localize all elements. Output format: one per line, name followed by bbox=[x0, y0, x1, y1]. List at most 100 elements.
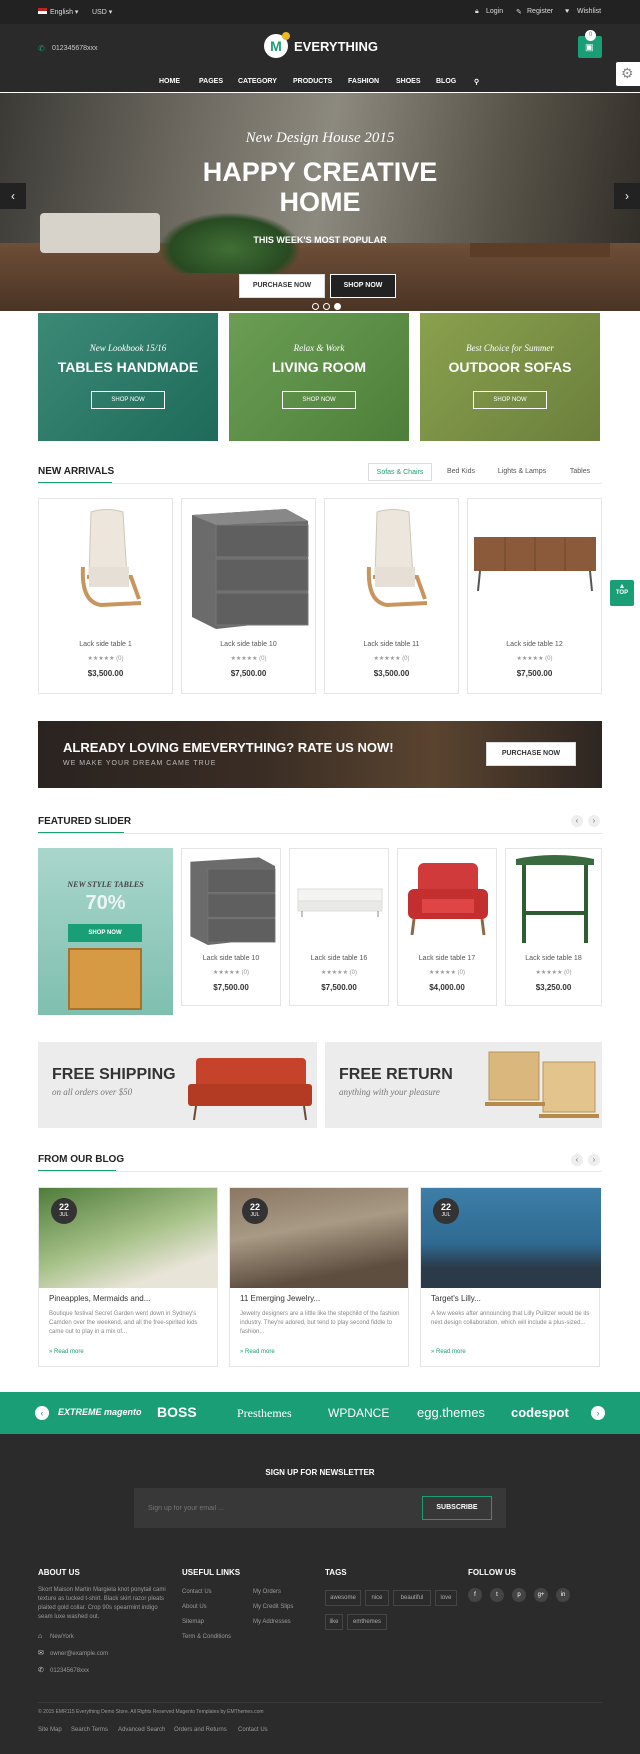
slider-next-button[interactable]: › bbox=[614, 183, 640, 209]
slider-dot-1[interactable] bbox=[312, 303, 319, 310]
language-select[interactable]: English ▾ bbox=[50, 8, 78, 16]
twitter-icon[interactable]: t bbox=[490, 1588, 504, 1602]
slider-dot-2[interactable] bbox=[323, 303, 330, 310]
free-return-banner[interactable]: FREE RETURN anything with your pleasure bbox=[325, 1042, 602, 1128]
footer-link[interactable]: Term & Conditions bbox=[182, 1633, 231, 1642]
pinterest-icon[interactable]: p bbox=[512, 1588, 526, 1602]
search-icon[interactable]: ⚲ bbox=[474, 78, 479, 86]
tag-item[interactable]: nice bbox=[365, 1590, 389, 1606]
product-name[interactable]: Lack side table 10 bbox=[182, 955, 280, 962]
banner-tables-handmade[interactable]: New Lookbook 15/16 TABLES HANDMADE SHOP … bbox=[38, 313, 218, 441]
slider-dot-3[interactable] bbox=[334, 303, 341, 310]
free-shipping-banner[interactable]: FREE SHIPPING on all orders over $50 bbox=[38, 1042, 317, 1128]
register-link[interactable]: Register bbox=[527, 8, 553, 15]
nav-fashion[interactable]: FASHION bbox=[348, 78, 379, 85]
brands-prev-button[interactable]: ‹ bbox=[35, 1406, 49, 1420]
wishlist-link[interactable]: Wishlist bbox=[577, 8, 601, 15]
banner-shop-button[interactable]: SHOP NOW bbox=[282, 391, 356, 409]
footer-email[interactable]: owner@example.com bbox=[50, 1650, 108, 1659]
login-link[interactable]: Login bbox=[486, 8, 503, 15]
currency-select[interactable]: USD ▾ bbox=[92, 8, 112, 16]
subscribe-button[interactable]: SUBSCRIBE bbox=[422, 1496, 492, 1520]
product-card[interactable]: Lack side table 16 ★★★★★ (0) $7,500.00 bbox=[289, 848, 389, 1006]
tag-item[interactable]: emthemes bbox=[347, 1614, 387, 1630]
footer-bottom-link[interactable]: Advanced Search bbox=[118, 1726, 165, 1735]
featured-prev-button[interactable]: ‹ bbox=[571, 815, 583, 827]
blog-post-card[interactable]: 22 JUL Pineapples, Mermaids and... Bouti… bbox=[38, 1187, 218, 1367]
brand-logo[interactable]: codespot bbox=[511, 1405, 569, 1420]
brand-logo[interactable]: WPDANCE bbox=[328, 1406, 389, 1420]
cart-button[interactable]: ▣ 0 bbox=[578, 30, 602, 58]
blog-post-card[interactable]: 22 JUL Target's Lilly... A few weeks aft… bbox=[420, 1187, 601, 1367]
product-name[interactable]: Lack side table 10 bbox=[182, 641, 315, 648]
product-name[interactable]: Lack side table 12 bbox=[468, 641, 601, 648]
product-card[interactable]: Lack side table 11 ★★★★★ (0) $3,500.00 bbox=[324, 498, 459, 694]
footer-bottom-link[interactable]: Site Map bbox=[38, 1726, 62, 1735]
footer-bottom-link[interactable]: Orders and Returns bbox=[174, 1726, 227, 1735]
featured-promo-button[interactable]: SHOP NOW bbox=[68, 924, 142, 942]
blog-next-button[interactable]: › bbox=[588, 1154, 600, 1166]
settings-panel-toggle[interactable]: ⚙ bbox=[616, 62, 640, 86]
banner-outdoor-sofas[interactable]: Best Choice for Summer OUTDOOR SOFAS SHO… bbox=[420, 313, 600, 441]
brand-logo[interactable]: egg.themes bbox=[417, 1405, 485, 1420]
back-to-top-button[interactable]: ▲ TOP bbox=[610, 580, 634, 606]
footer-bottom-link[interactable]: Search Terms bbox=[71, 1726, 108, 1735]
footer-link[interactable]: About Us bbox=[182, 1603, 207, 1612]
brands-next-button[interactable]: › bbox=[591, 1406, 605, 1420]
google-plus-icon[interactable]: g+ bbox=[534, 1588, 548, 1602]
tag-item[interactable]: like bbox=[325, 1614, 343, 1630]
featured-next-button[interactable]: › bbox=[588, 815, 600, 827]
footer-link[interactable]: Contact Us bbox=[182, 1588, 212, 1597]
nav-blog[interactable]: BLOG bbox=[436, 78, 456, 85]
product-card[interactable]: Lack side table 10 ★★★★★ (0) $7,500.00 bbox=[181, 848, 281, 1006]
blog-post-title[interactable]: 11 Emerging Jewelry... bbox=[240, 1294, 320, 1303]
read-more-link[interactable]: » Read more bbox=[431, 1349, 466, 1355]
blog-post-title[interactable]: Target's Lilly... bbox=[431, 1294, 481, 1303]
featured-promo-card[interactable]: NEW STYLE TABLES 70% SHOP NOW bbox=[38, 848, 173, 1015]
tab-lights-lamps[interactable]: Lights & Lamps bbox=[490, 463, 554, 481]
tag-item[interactable]: love bbox=[435, 1590, 457, 1606]
footer-bottom-link[interactable]: Contact Us bbox=[238, 1726, 268, 1735]
product-card[interactable]: Lack side table 17 ★★★★★ (0) $4,000.00 bbox=[397, 848, 497, 1006]
footer-link[interactable]: Sitemap bbox=[182, 1618, 204, 1627]
logo[interactable]: M EVERYTHING bbox=[264, 32, 384, 60]
footer-link[interactable]: My Orders bbox=[253, 1588, 281, 1597]
product-card[interactable]: Lack side table 1 ★★★★★ (0) $3,500.00 bbox=[38, 498, 173, 694]
product-name[interactable]: Lack side table 16 bbox=[290, 955, 388, 962]
banner-shop-button[interactable]: SHOP NOW bbox=[473, 391, 547, 409]
brand-logo[interactable]: Presthemes bbox=[237, 1406, 292, 1421]
footer-link[interactable]: My Addresses bbox=[253, 1618, 291, 1627]
brand-logo[interactable]: BOSS bbox=[157, 1404, 197, 1420]
nav-shoes[interactable]: SHOES bbox=[396, 78, 421, 85]
product-card[interactable]: Lack side table 12 ★★★★★ (0) $7,500.00 bbox=[467, 498, 602, 694]
blog-post-card[interactable]: 22 JUL 11 Emerging Jewelry... Jewelry de… bbox=[229, 1187, 409, 1367]
hero-purchase-button[interactable]: PURCHASE NOW bbox=[239, 274, 325, 298]
newsletter-email-input[interactable] bbox=[148, 1500, 378, 1516]
nav-home[interactable]: HOME bbox=[159, 78, 180, 85]
tag-item[interactable]: awesome bbox=[325, 1590, 361, 1606]
product-name[interactable]: Lack side table 1 bbox=[39, 641, 172, 648]
footer-link[interactable]: My Credit Slips bbox=[253, 1603, 293, 1612]
product-card[interactable]: Lack side table 18 ★★★★★ (0) $3,250.00 bbox=[505, 848, 602, 1006]
facebook-icon[interactable]: f bbox=[468, 1588, 482, 1602]
linkedin-icon[interactable]: in bbox=[556, 1588, 570, 1602]
read-more-link[interactable]: » Read more bbox=[240, 1349, 275, 1355]
brand-logo[interactable]: EXTREME magento bbox=[58, 1407, 142, 1417]
tag-item[interactable]: beautiful bbox=[393, 1590, 431, 1606]
product-card[interactable]: Lack side table 10 ★★★★★ (0) $7,500.00 bbox=[181, 498, 316, 694]
nav-category[interactable]: CATEGORY bbox=[238, 78, 277, 85]
product-name[interactable]: Lack side table 18 bbox=[506, 955, 601, 962]
slider-prev-button[interactable]: ‹ bbox=[0, 183, 26, 209]
read-more-link[interactable]: » Read more bbox=[49, 1349, 84, 1355]
banner-living-room[interactable]: Relax & Work LIVING ROOM SHOP NOW bbox=[229, 313, 409, 441]
tab-tables[interactable]: Tables bbox=[558, 463, 602, 481]
blog-post-title[interactable]: Pineapples, Mermaids and... bbox=[49, 1294, 150, 1303]
rate-purchase-button[interactable]: PURCHASE NOW bbox=[486, 742, 576, 766]
banner-shop-button[interactable]: SHOP NOW bbox=[91, 391, 165, 409]
product-name[interactable]: Lack side table 17 bbox=[398, 955, 496, 962]
hero-shop-button[interactable]: SHOP NOW bbox=[330, 274, 396, 298]
nav-pages[interactable]: PAGES bbox=[199, 78, 223, 85]
blog-prev-button[interactable]: ‹ bbox=[571, 1154, 583, 1166]
nav-products[interactable]: PRODUCTS bbox=[293, 78, 332, 85]
product-name[interactable]: Lack side table 11 bbox=[325, 641, 458, 648]
